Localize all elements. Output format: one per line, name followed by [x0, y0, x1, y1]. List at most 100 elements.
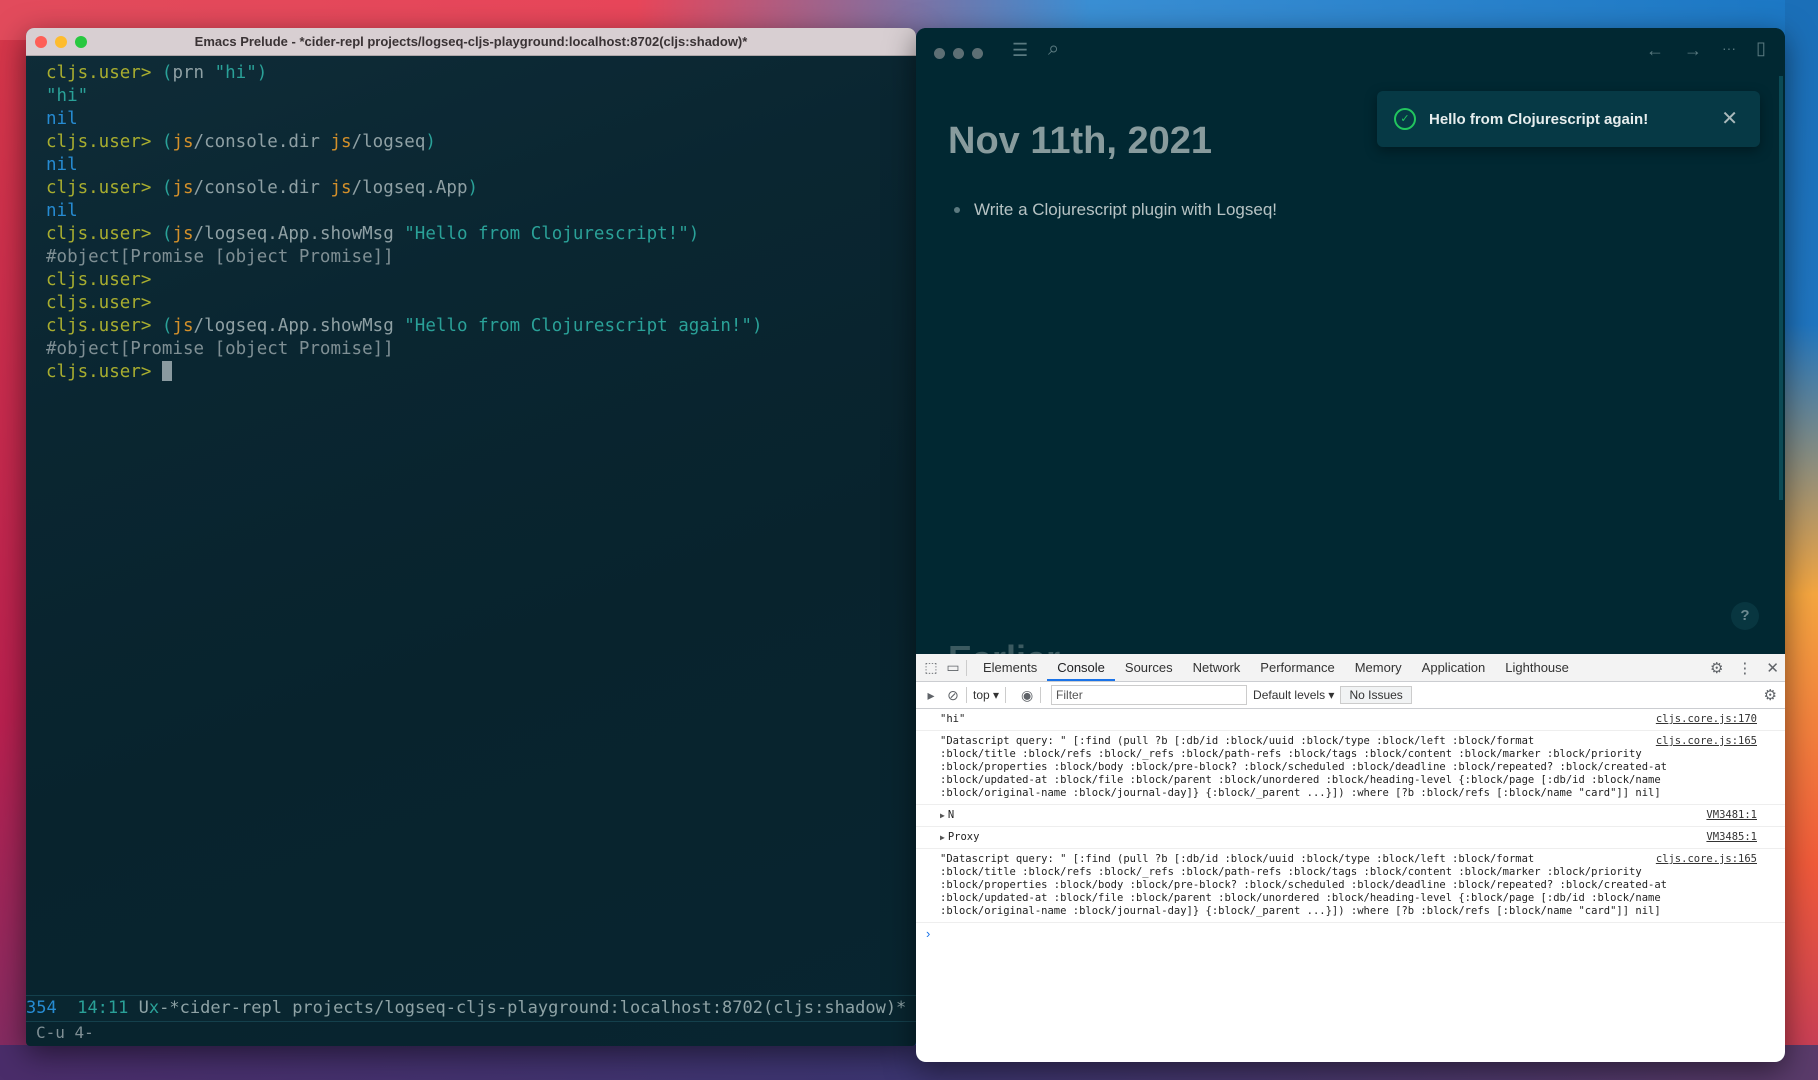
clear-console-icon[interactable]: ⊘: [946, 687, 960, 704]
repl-line: cljs.user>: [46, 361, 916, 384]
expand-caret-icon[interactable]: ▶: [940, 811, 945, 820]
device-toolbar-icon[interactable]: ▭: [946, 659, 960, 676]
back-icon[interactable]: ←: [1646, 40, 1664, 61]
close-icon[interactable]: ✕: [1721, 106, 1738, 131]
issues-button[interactable]: No Issues: [1340, 686, 1412, 704]
devtools-tabbar: ⬚ ▭ Elements Console Sources Network Perform…: [916, 654, 1785, 682]
logseq-window: ☰ ⌕ ← → ··· ▯ Nov 11th, 2021 Write a Clo…: [916, 28, 1785, 1062]
source-link[interactable]: VM3485:1: [1706, 831, 1757, 844]
divider: [966, 659, 967, 676]
console-message-text: "Datascript query: " [:find (pull ?b [:d…: [940, 853, 1667, 917]
repl-output: #object[Promise [object Promise]]: [46, 339, 394, 359]
expand-caret-icon[interactable]: ▶: [940, 833, 945, 842]
repl-prompt: cljs.user>: [46, 224, 162, 244]
eye-icon[interactable]: ◉: [1020, 687, 1034, 704]
modeline-line-count: 354: [26, 998, 57, 1018]
console-settings-gear-icon[interactable]: ⚙: [1764, 686, 1777, 704]
devtools-panel: ⬚ ▭ Elements Console Sources Network Perform…: [916, 654, 1785, 1062]
close-icon[interactable]: ✕: [1766, 659, 1779, 677]
repl-line: cljs.user> (prn "hi"): [46, 62, 916, 85]
console-message[interactable]: "hi" cljs.core.js:170: [916, 709, 1785, 731]
emacs-titlebar[interactable]: Emacs Prelude - *cider-repl projects/log…: [26, 28, 916, 56]
minimize-window-button[interactable]: [953, 48, 964, 59]
divider: [1005, 687, 1007, 703]
console-message[interactable]: "Datascript query: " [:find (pull ?b [:d…: [916, 731, 1785, 805]
tab-performance[interactable]: Performance: [1250, 654, 1344, 681]
sidebar-toggle-icon[interactable]: ▯: [1756, 38, 1766, 59]
repl-line: #object[Promise [object Promise]]: [46, 246, 916, 269]
mode-line: 354 14:11 Ux-*cider-repl projects/logseq…: [26, 995, 916, 1022]
modeline-position: 14:11: [77, 998, 129, 1018]
help-button[interactable]: ?: [1731, 602, 1759, 630]
bullet-icon[interactable]: [954, 207, 960, 213]
sidebar-toggle-icon[interactable]: ▸: [924, 687, 938, 704]
tab-memory[interactable]: Memory: [1345, 654, 1412, 681]
tab-console[interactable]: Console: [1047, 654, 1115, 681]
repl-prompt: cljs.user>: [46, 316, 162, 336]
repl-input: (js/logseq.App.showMsg "Hello from Cloju…: [161, 224, 700, 244]
repl-line: nil: [46, 108, 916, 131]
logseq-topbar[interactable]: ☰ ⌕ ← → ··· ▯: [916, 28, 1785, 76]
more-icon[interactable]: ···: [1722, 40, 1736, 56]
scrollbar[interactable]: [1779, 76, 1783, 500]
repl-line: cljs.user>: [46, 269, 916, 292]
close-window-button[interactable]: [934, 48, 945, 59]
check-circle-icon: ✓: [1394, 108, 1416, 130]
repl-input: (js/console.dir js/logseq.App): [161, 178, 479, 198]
repl-prompt: cljs.user>: [46, 293, 162, 313]
repl-line: cljs.user>: [46, 292, 916, 315]
modeline-buffer-name: -*cider-repl projects/logseq-cljs-playgr…: [159, 998, 916, 1018]
page-title[interactable]: Nov 11th, 2021: [948, 120, 1212, 163]
repl-line: nil: [46, 154, 916, 177]
log-levels-select[interactable]: Default levels ▾: [1253, 688, 1334, 702]
tab-network[interactable]: Network: [1183, 654, 1251, 681]
source-link[interactable]: VM3481:1: [1706, 809, 1757, 822]
console-message[interactable]: ▶ Proxy VM3485:1: [916, 827, 1785, 849]
console-message[interactable]: "Datascript query: " [:find (pull ?b [:d…: [916, 849, 1785, 923]
devtools-actions: ⚙ ⋮ ✕: [1710, 654, 1779, 681]
emacs-window: Emacs Prelude - *cider-repl projects/log…: [26, 28, 916, 1046]
console-message-text: Proxy: [947, 831, 980, 843]
context-select[interactable]: top ▾: [973, 688, 999, 702]
repl-input: (prn "hi"): [161, 63, 268, 83]
repl-prompt: cljs.user>: [46, 132, 162, 152]
menu-icon[interactable]: ☰: [1012, 40, 1028, 61]
tab-sources[interactable]: Sources: [1115, 654, 1183, 681]
repl-line: cljs.user> (js/console.dir js/logseq): [46, 131, 916, 154]
console-message[interactable]: ▶ N VM3481:1: [916, 805, 1785, 827]
settings-gear-icon[interactable]: ⚙: [1710, 659, 1723, 677]
minibuffer[interactable]: C-u 4-: [36, 1023, 94, 1042]
kebab-menu-icon[interactable]: ⋮: [1737, 659, 1752, 677]
logseq-main: ☰ ⌕ ← → ··· ▯ Nov 11th, 2021 Write a Clo…: [916, 28, 1785, 654]
console-output: "hi" cljs.core.js:170 "Datascript query: "…: [916, 709, 1785, 923]
source-link[interactable]: cljs.core.js:170: [1656, 713, 1757, 726]
console-toolbar: ▸ ⊘ top ▾ ◉ Filter Default levels ▾ No I…: [916, 682, 1785, 709]
console-message-text: N: [947, 809, 955, 821]
source-link[interactable]: cljs.core.js:165: [1656, 735, 1757, 748]
repl-line: nil: [46, 200, 916, 223]
tab-elements[interactable]: Elements: [973, 654, 1047, 681]
repl-prompt: cljs.user>: [46, 63, 162, 83]
repl-line: cljs.user> (js/console.dir js/logseq.App…: [46, 177, 916, 200]
repl-result: nil: [46, 201, 78, 221]
notification-message: Hello from Clojurescript again!: [1429, 110, 1649, 128]
text-cursor: [161, 361, 172, 381]
forward-icon[interactable]: →: [1684, 40, 1702, 61]
notification-toast: ✓ Hello from Clojurescript again! ✕: [1377, 91, 1760, 147]
repl-buffer[interactable]: cljs.user> (prn "hi") "hi" nil cljs.user> (…: [26, 56, 916, 384]
tab-lighthouse[interactable]: Lighthouse: [1495, 654, 1579, 681]
zoom-window-button[interactable]: [972, 48, 983, 59]
filter-input[interactable]: Filter: [1051, 685, 1248, 705]
search-icon[interactable]: ⌕: [1048, 38, 1059, 61]
repl-line: cljs.user> (js/logseq.App.showMsg "Hello…: [46, 223, 916, 246]
tab-application[interactable]: Application: [1412, 654, 1496, 681]
console-prompt[interactable]: ›: [916, 923, 1785, 944]
block-content[interactable]: Write a Clojurescript plugin with Logseq…: [974, 200, 1277, 220]
source-link[interactable]: cljs.core.js:165: [1656, 853, 1757, 866]
repl-prompt: cljs.user>: [46, 362, 162, 382]
repl-prompt: cljs.user>: [46, 178, 162, 198]
next-journal-title: Earlier: [948, 638, 1060, 654]
inspect-element-icon[interactable]: ⬚: [924, 659, 938, 676]
block[interactable]: Write a Clojurescript plugin with Logseq…: [954, 200, 1277, 220]
repl-line: cljs.user> (js/logseq.App.showMsg "Hello…: [46, 315, 916, 338]
